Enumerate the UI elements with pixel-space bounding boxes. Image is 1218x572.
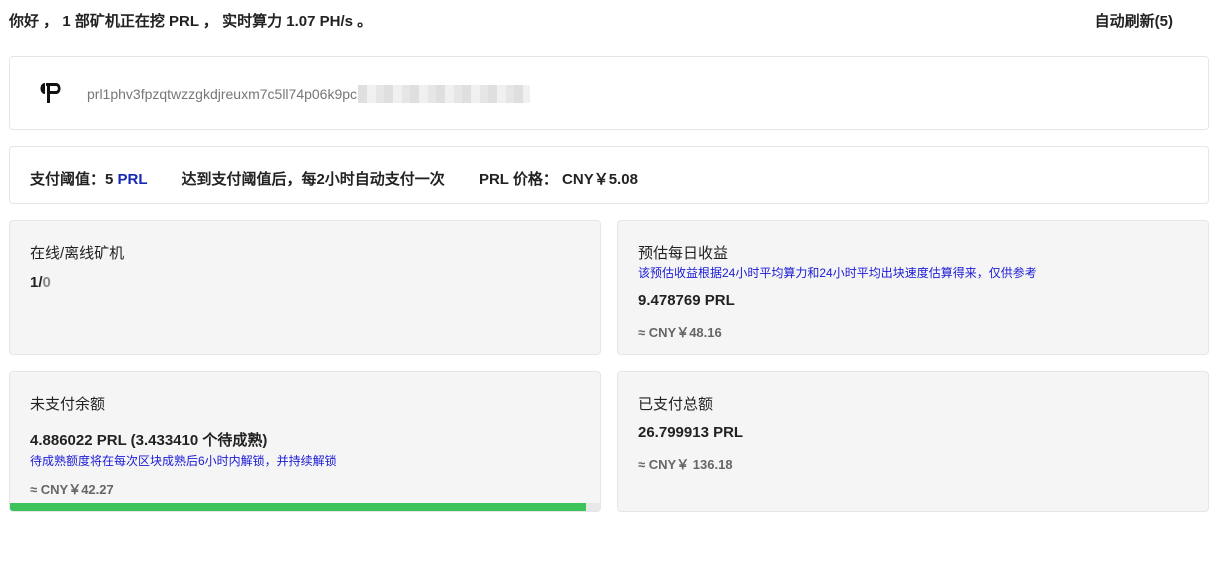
payment-info-row: 支付阈值：5 PRL 达到支付阈值后，每2小时自动支付一次 PRL 价格： CN… xyxy=(30,168,638,189)
payment-progress-bar xyxy=(10,503,600,511)
wallet-panel: prl1phv3fpzqtwzzgkdjreuxm7c5ll74p06k9pc xyxy=(9,56,1209,130)
price-value: CNY￥5.08 xyxy=(562,171,638,188)
miners-card: 在线/离线矿机 1/0 xyxy=(9,220,601,355)
payment-progress-fill xyxy=(10,503,587,511)
price-label: PRL 价格： xyxy=(478,171,558,188)
top-bar: 你好 ， 1 部矿机正在挖 PRL ， 实时算力 1.07 PH/s 。 自动刷… xyxy=(9,10,1209,30)
wallet-address: prl1phv3fpzqtwzzgkdjreuxm7c5ll74p06k9pc xyxy=(87,85,531,104)
miners-title: 在线/离线矿机 xyxy=(30,245,125,262)
daily-note: 该预估收益根据24小时平均算力和24小时平均出块速度估算得来，仅供参考 xyxy=(638,266,1037,280)
paid-cny: ≈ CNY￥ 136.18 xyxy=(638,457,733,472)
unpaid-cny: ≈ CNY￥42.27 xyxy=(30,482,114,497)
unpaid-value: 4.886022 PRL (3.433410 个待成熟) xyxy=(30,432,268,449)
prl-logo-icon xyxy=(36,79,64,107)
threshold-unit: PRL xyxy=(117,171,148,188)
unpaid-note: 待成熟额度将在每次区块成熟后6小时内解锁，并持续解锁 xyxy=(30,454,337,468)
daily-title: 预估每日收益 xyxy=(638,245,729,262)
paid-title: 已支付总额 xyxy=(638,396,714,413)
payment-info-panel: 支付阈值：5 PRL 达到支付阈值后，每2小时自动支付一次 PRL 价格： CN… xyxy=(9,146,1209,204)
unpaid-title: 未支付余额 xyxy=(30,396,106,413)
greeting-text: 你好 ， 1 部矿机正在挖 PRL ， 实时算力 1.07 PH/s 。 xyxy=(9,13,373,30)
daily-earnings-card: 预估每日收益 该预估收益根据24小时平均算力和24小时平均出块速度估算得来，仅供… xyxy=(617,220,1209,355)
daily-cny: ≈ CNY￥48.16 xyxy=(638,325,722,340)
unpaid-balance-card: 未支付余额 4.886022 PRL (3.433410 个待成熟) 待成熟额度… xyxy=(9,371,601,512)
threshold-label: 支付阈值： xyxy=(30,171,106,188)
offline-count: 0 xyxy=(42,274,51,291)
miners-count: 1/0 xyxy=(30,274,51,291)
threshold-value: 5 xyxy=(105,171,114,188)
payment-schedule: 达到支付阈值后，每2小时自动支付一次 xyxy=(181,171,445,188)
auto-refresh-button[interactable]: 自动刷新(5) xyxy=(1095,10,1173,31)
paid-value: 26.799913 PRL xyxy=(638,424,744,441)
wallet-address-text: prl1phv3fpzqtwzzgkdjreuxm7c5ll74p06k9pc xyxy=(87,86,358,102)
address-redaction xyxy=(358,85,531,104)
daily-value: 9.478769 PRL xyxy=(638,292,735,309)
paid-total-card: 已支付总额 26.799913 PRL ≈ CNY￥ 136.18 xyxy=(617,371,1209,512)
